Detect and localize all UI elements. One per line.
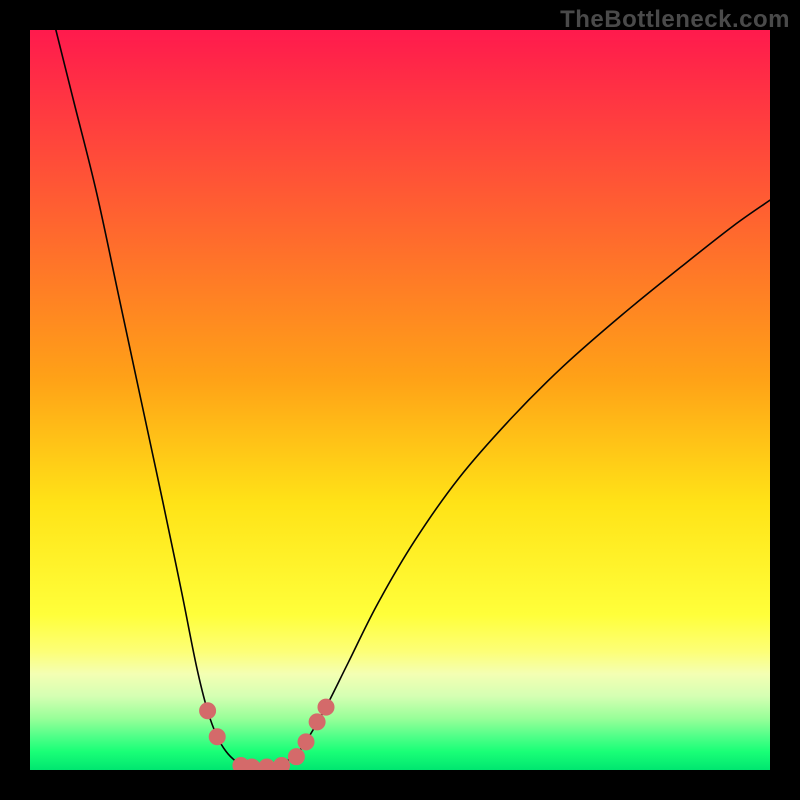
- bottleneck-curve-chart: [30, 30, 770, 770]
- curve-marker: [209, 729, 225, 745]
- plot-area: [30, 30, 770, 770]
- curve-marker: [318, 699, 334, 715]
- curve-marker: [298, 734, 314, 750]
- curve-marker: [244, 759, 260, 770]
- curve-marker: [200, 703, 216, 719]
- curve-marker: [309, 714, 325, 730]
- curve-marker: [274, 758, 290, 770]
- chart-frame: TheBottleneck.com: [0, 0, 800, 800]
- watermark-text: TheBottleneck.com: [560, 6, 790, 34]
- curve-marker: [259, 759, 275, 770]
- curve-marker: [288, 749, 304, 765]
